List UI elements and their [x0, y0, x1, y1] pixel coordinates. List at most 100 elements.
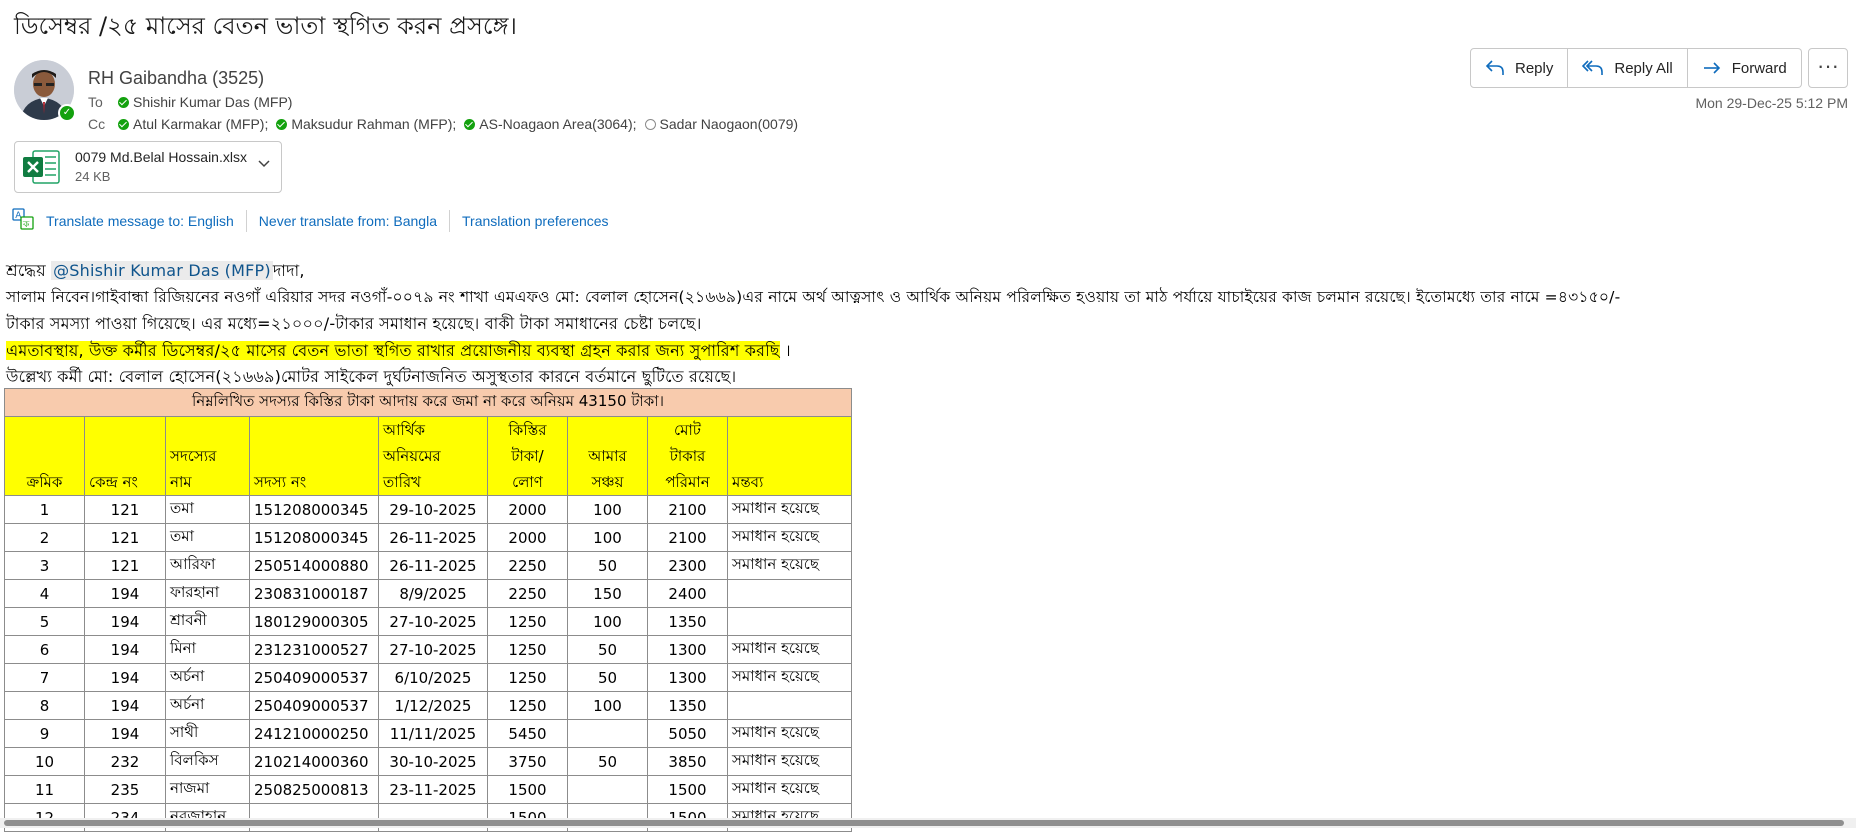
greeting-suffix: দাদা,	[272, 261, 305, 280]
table-cell: 3750	[487, 747, 568, 776]
table-cell: 121	[84, 551, 166, 580]
scrollbar-thumb[interactable]	[4, 820, 1844, 826]
table-cell: সাথী	[165, 719, 250, 748]
chevron-down-icon[interactable]	[257, 156, 271, 173]
table-cell: 194	[84, 579, 166, 608]
table-cell: 210214000360	[249, 747, 379, 776]
table-cell: সমাধান হয়েছে	[727, 495, 852, 524]
recipient-name: Maksudur Rahman (MFP);	[291, 116, 457, 132]
table-cell: 100	[567, 495, 648, 524]
recipient-name: AS-Noagaon Area(3064);	[479, 116, 637, 132]
table-cell: 50	[567, 663, 648, 692]
cc-row: Cc Atul Karmakar (MFP); Maksudur Rahman …	[88, 116, 806, 132]
translation-preferences-link[interactable]: Translation preferences	[462, 213, 609, 229]
table-row: 8 194 অর্চনা 250409000537 1/12/2025 1250 100 13…	[4, 691, 852, 720]
table-cell: 6/10/2025	[378, 663, 488, 692]
table-cell: 50	[567, 635, 648, 664]
translate-message-link[interactable]: Translate message to: English	[46, 213, 234, 229]
more-actions-button[interactable]: ···	[1808, 48, 1848, 88]
recipient-name: Atul Karmakar (MFP);	[133, 116, 269, 132]
table-cell: নাজমা	[165, 775, 250, 804]
table-cell: 50	[567, 551, 648, 580]
highlighted-request: এমতাবস্থায়, উক্ত কর্মীর ডিসেম্বর/২৫ মাস…	[6, 341, 780, 360]
table-cell: 100	[567, 607, 648, 636]
header-line: নাম	[170, 473, 192, 491]
greeting-prefix: শ্রদ্ধেয়	[6, 261, 52, 280]
table-cell: 50	[567, 747, 648, 776]
table-cell: 2	[4, 523, 85, 552]
table-cell: 2300	[647, 551, 728, 580]
table-cell: 1350	[647, 691, 728, 720]
header-line: অনিয়মের	[383, 447, 441, 465]
table-cell: 27-10-2025	[378, 635, 488, 664]
table-row: 11 235 নাজমা 250825000813 23-11-2025 1500 1500…	[4, 775, 852, 804]
reply-all-button[interactable]: Reply All	[1568, 48, 1688, 88]
table-cell: 26-11-2025	[378, 551, 488, 580]
mention-shishir[interactable]: @Shishir Kumar Das (MFP)	[51, 261, 273, 280]
table-cell: 250825000813	[249, 775, 379, 804]
table-cell: 1500	[487, 775, 568, 804]
reply-all-icon	[1582, 60, 1604, 75]
recipient-to-0[interactable]: Shishir Kumar Das (MFP)	[118, 94, 292, 110]
table-cell: 30-10-2025	[378, 747, 488, 776]
header-line: পরিমান	[665, 473, 710, 491]
header-line: সদস্য নং	[254, 473, 307, 491]
header-line: লোণ	[512, 473, 543, 491]
to-row: To Shishir Kumar Das (MFP)	[88, 94, 300, 110]
header-line	[254, 443, 374, 469]
header-line: সদস্যের	[170, 447, 217, 465]
horizontal-scrollbar[interactable]	[0, 818, 1856, 828]
presence-offline-icon	[644, 118, 656, 130]
table-cell: 1	[4, 495, 85, 524]
reply-button[interactable]: Reply	[1470, 48, 1569, 88]
recipient-cc-1[interactable]: Maksudur Rahman (MFP);	[276, 116, 456, 132]
recipient-cc-2[interactable]: AS-Noagaon Area(3064);	[464, 116, 637, 132]
header-line: মোট	[674, 421, 701, 439]
line-4-tail: ।	[779, 341, 791, 360]
table-row: 3 121 আরিফা 250514000880 26-11-2025 2250 50 230…	[4, 551, 852, 580]
table-cell: 232	[84, 747, 166, 776]
table-cell: 194	[84, 635, 166, 664]
table-cell: 194	[84, 607, 166, 636]
header-line	[9, 443, 80, 469]
table-cell: সমাধান হয়েছে	[727, 635, 852, 664]
table-cell: 5050	[647, 719, 728, 748]
body-line-2: সালাম নিবেন।গাইবান্ধা রিজিয়নের নওগাঁ এর…	[6, 288, 1621, 306]
table-cell: 9	[4, 719, 85, 748]
header-line	[572, 417, 643, 443]
excel-file-icon	[21, 147, 61, 187]
table-cell: 121	[84, 523, 166, 552]
table-cell	[727, 579, 852, 608]
sender-name[interactable]: RH Gaibandha (3525)	[88, 68, 264, 89]
presence-available-icon	[464, 118, 476, 130]
table-cell: 231231000527	[249, 635, 379, 664]
table-cell: 4	[4, 579, 85, 608]
table-header-cell: মন্তব্য	[727, 416, 852, 496]
table-cell: তমা	[165, 523, 250, 552]
table-cell: 250409000537	[249, 691, 379, 720]
attachment-card[interactable]: 0079 Md.Belal Hossain.xlsx 24 KB	[14, 141, 282, 193]
attachment-size: 24 KB	[75, 169, 111, 184]
table-cell: 250409000537	[249, 663, 379, 692]
table-caption: নিম্নলিখিত সদস্যর কিস্তির টাকা আদায় করে…	[4, 388, 852, 417]
table-cell: 1/12/2025	[378, 691, 488, 720]
table-cell: সমাধান হয়েছে	[727, 551, 852, 580]
cc-label: Cc	[88, 116, 106, 132]
table-cell: 235	[84, 775, 166, 804]
table-cell: 1250	[487, 607, 568, 636]
header-line: কেন্দ্র নং	[89, 473, 138, 491]
recipient-cc-0[interactable]: Atul Karmakar (MFP);	[118, 116, 268, 132]
table-cell: 27-10-2025	[378, 607, 488, 636]
table-cell: 7	[4, 663, 85, 692]
table-cell: সমাধান হয়েছে	[727, 719, 852, 748]
never-translate-link[interactable]: Never translate from: Bangla	[259, 213, 437, 229]
table-cell: 121	[84, 495, 166, 524]
separator	[245, 209, 247, 232]
table-header-row: ক্রমিক কেন্দ্র নং সদস্যের নাম সদস্য নং আর্…	[4, 416, 852, 496]
header-line: টাকার	[669, 447, 706, 465]
message-datetime: Mon 29-Dec-25 5:12 PM	[1695, 95, 1848, 111]
forward-button[interactable]: Forward	[1687, 48, 1802, 88]
table-cell: অর্চনা	[165, 691, 250, 720]
recipient-cc-3[interactable]: Sadar Naogaon(0079)	[644, 116, 798, 132]
table-cell: অর্চনা	[165, 663, 250, 692]
